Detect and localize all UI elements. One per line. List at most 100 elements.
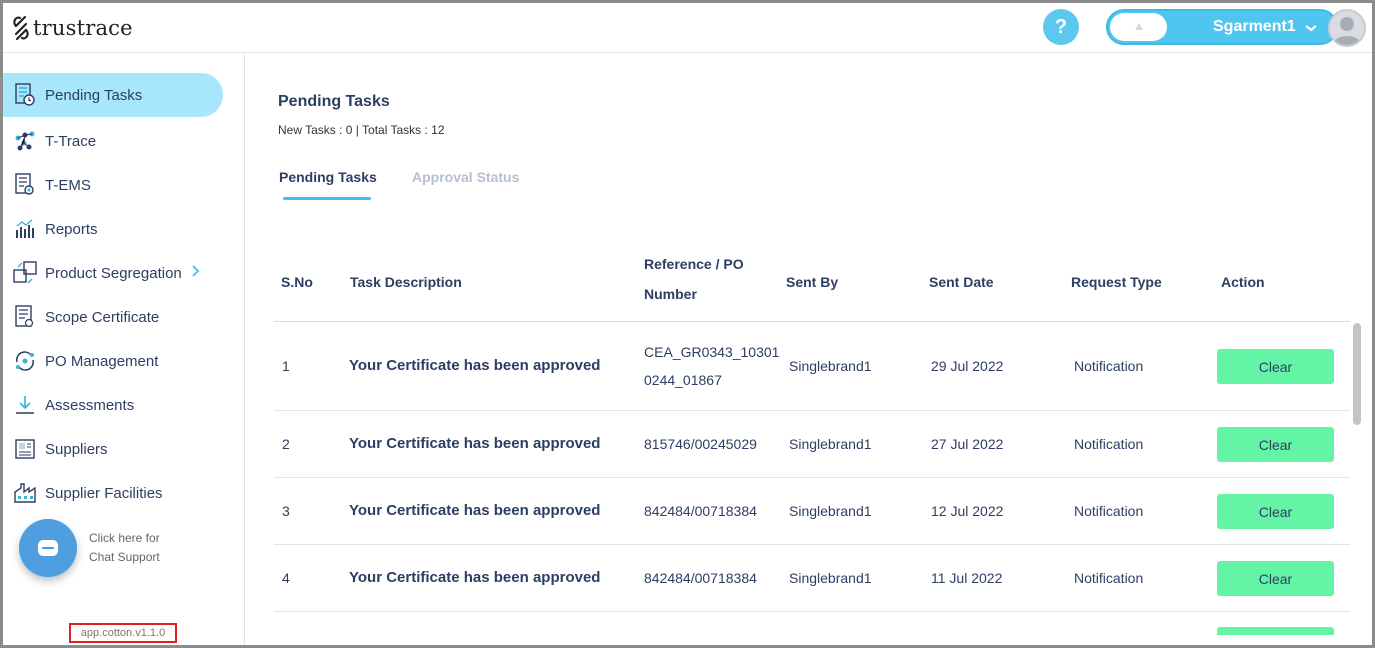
cell-sent-by: Singlebrand1 (789, 503, 872, 519)
cell-request-type: Notification (1074, 358, 1144, 374)
chat-support-line1: Click here for (89, 531, 160, 545)
chat-support-button[interactable] (19, 519, 77, 577)
cell-sno: 3 (282, 503, 290, 519)
cell-sent-by: Singlebrand1 (789, 358, 872, 374)
cell-sno: 1 (282, 358, 290, 374)
cell-request-type: Notification (1074, 503, 1144, 519)
top-header: trustrace ? Sgarment1 (3, 3, 1372, 53)
sidebar-item-label: Pending Tasks (45, 86, 143, 104)
account-name: Sgarment1 (1213, 18, 1296, 35)
sidebar-item-label: PO Management (45, 352, 159, 370)
cell-reference: 842484/00718384 (644, 570, 757, 586)
brand-logo[interactable]: trustrace (11, 14, 133, 42)
sidebar-item-label: Product Segregation (45, 264, 182, 282)
clear-button-partial[interactable] (1217, 627, 1334, 635)
account-switcher[interactable]: Sgarment1 (1106, 9, 1338, 45)
sidebar-item-assessments[interactable]: Assessments (3, 383, 223, 427)
cell-sent-date: 27 Jul 2022 (931, 436, 1004, 452)
tab-pending-tasks[interactable]: Pending Tasks (279, 169, 377, 185)
user-avatar[interactable] (1328, 9, 1366, 47)
sidebar-item-label: Suppliers (45, 440, 108, 458)
cell-sent-by: Singlebrand1 (789, 436, 872, 452)
sidebar-item-label: Assessments (45, 396, 135, 414)
cell-sent-date: 29 Jul 2022 (931, 358, 1004, 374)
table-row: 2 Your Certificate has been approved 815… (274, 411, 1350, 478)
sidebar-item-reports[interactable]: Reports (3, 207, 223, 251)
version-label: app.cotton.v1.1.0 (69, 623, 177, 643)
page-title: Pending Tasks (278, 93, 390, 110)
chevron-down-icon (1305, 25, 1317, 32)
trustrace-logo-icon (13, 15, 29, 41)
table-scrollbar-thumb[interactable] (1353, 323, 1361, 425)
chat-bubble-icon (38, 540, 58, 556)
column-header-reference-line1: Reference / PO (644, 256, 744, 272)
clear-button[interactable]: Clear (1217, 561, 1334, 596)
main-content: Pending Tasks New Tasks : 0 | Total Task… (246, 53, 1372, 645)
download-icon (13, 393, 37, 417)
network-nodes-icon (13, 129, 37, 153)
active-tab-indicator (283, 197, 371, 200)
sidebar-item-supplier-facilities[interactable]: Supplier Facilities (3, 471, 223, 515)
supplier-card-icon (13, 437, 37, 461)
company-logo (1110, 13, 1167, 41)
clear-button[interactable]: Clear (1217, 349, 1334, 384)
chat-support-text[interactable]: Click here for Chat Support (89, 529, 160, 567)
sidebar-item-label: Supplier Facilities (45, 484, 163, 502)
sidebar-item-scope-certificate[interactable]: Scope Certificate (3, 295, 223, 339)
sidebar-item-suppliers[interactable]: Suppliers (3, 427, 223, 471)
cell-task-description: Your Certificate has been approved (349, 569, 601, 586)
column-header-action: Action (1221, 274, 1265, 290)
sidebar-item-pending-tasks[interactable]: Pending Tasks (3, 73, 223, 117)
cell-sno: 2 (282, 436, 290, 452)
cell-request-type: Notification (1074, 436, 1144, 452)
certificate-icon (13, 305, 37, 329)
cell-task-description: Your Certificate has been approved (349, 435, 601, 452)
table-row: 4 Your Certificate has been approved 842… (274, 545, 1350, 612)
brand-name: trustrace (33, 16, 133, 40)
sidebar-item-label: Reports (45, 220, 98, 238)
sidebar-item-label: Scope Certificate (45, 308, 160, 326)
clear-button[interactable]: Clear (1217, 427, 1334, 462)
factory-icon (13, 481, 37, 505)
sidebar: Pending Tasks T-Trace T-EMS Reports Prod… (3, 53, 245, 645)
cell-reference: CEA_GR0343_10301 0244_01867 (644, 338, 779, 394)
sidebar-item-label: T-EMS (45, 176, 91, 194)
column-header-sent-by: Sent By (786, 274, 839, 290)
column-header-sno: S.No (281, 274, 313, 290)
chat-support-line2: Chat Support (89, 550, 160, 564)
document-badge-icon (13, 173, 37, 197)
sidebar-item-product-segregation[interactable]: Product Segregation (3, 251, 233, 295)
cell-task-description: Your Certificate has been approved (349, 357, 601, 374)
cell-reference-line1: CEA_GR0343_10301 (644, 344, 780, 360)
sidebar-item-t-trace[interactable]: T-Trace (3, 119, 223, 163)
help-button[interactable]: ? (1043, 9, 1079, 45)
po-cycle-icon (13, 349, 37, 373)
cell-sent-date: 11 Jul 2022 (931, 570, 1003, 586)
cell-sent-by: Singlebrand1 (789, 570, 872, 586)
sidebar-item-po-management[interactable]: PO Management (3, 339, 223, 383)
chevron-right-icon (190, 264, 200, 283)
table-row: 1 Your Certificate has been approved CEA… (274, 322, 1350, 411)
column-header-sent-date: Sent Date (929, 274, 994, 290)
clear-button[interactable]: Clear (1217, 494, 1334, 529)
cell-reference: 842484/00718384 (644, 503, 757, 519)
cell-task-description: Your Certificate has been approved (349, 502, 601, 519)
column-header-reference-line2: Number (644, 286, 697, 302)
cell-reference: 815746/00245029 (644, 436, 757, 452)
cell-sno: 4 (282, 570, 290, 586)
cell-request-type: Notification (1074, 570, 1144, 586)
user-avatar-icon (1333, 17, 1361, 45)
app-window: trustrace ? Sgarment1 Pending Tasks T-Tr… (3, 3, 1372, 645)
sidebar-item-t-ems[interactable]: T-EMS (3, 163, 223, 207)
cell-reference-line2: 0244_01867 (644, 372, 722, 388)
task-counts: New Tasks : 0 | Total Tasks : 12 (278, 123, 445, 137)
tab-approval-status[interactable]: Approval Status (412, 169, 519, 185)
table-row: 3 Your Certificate has been approved 842… (274, 478, 1350, 545)
clipboard-clock-icon (13, 83, 37, 107)
cell-sent-date: 12 Jul 2022 (931, 503, 1004, 519)
company-logo-icon (1134, 23, 1143, 30)
column-header-request-type: Request Type (1071, 274, 1162, 290)
segregation-icon (13, 261, 37, 285)
column-header-task-description: Task Description (350, 274, 462, 290)
sidebar-item-label: T-Trace (45, 132, 97, 150)
